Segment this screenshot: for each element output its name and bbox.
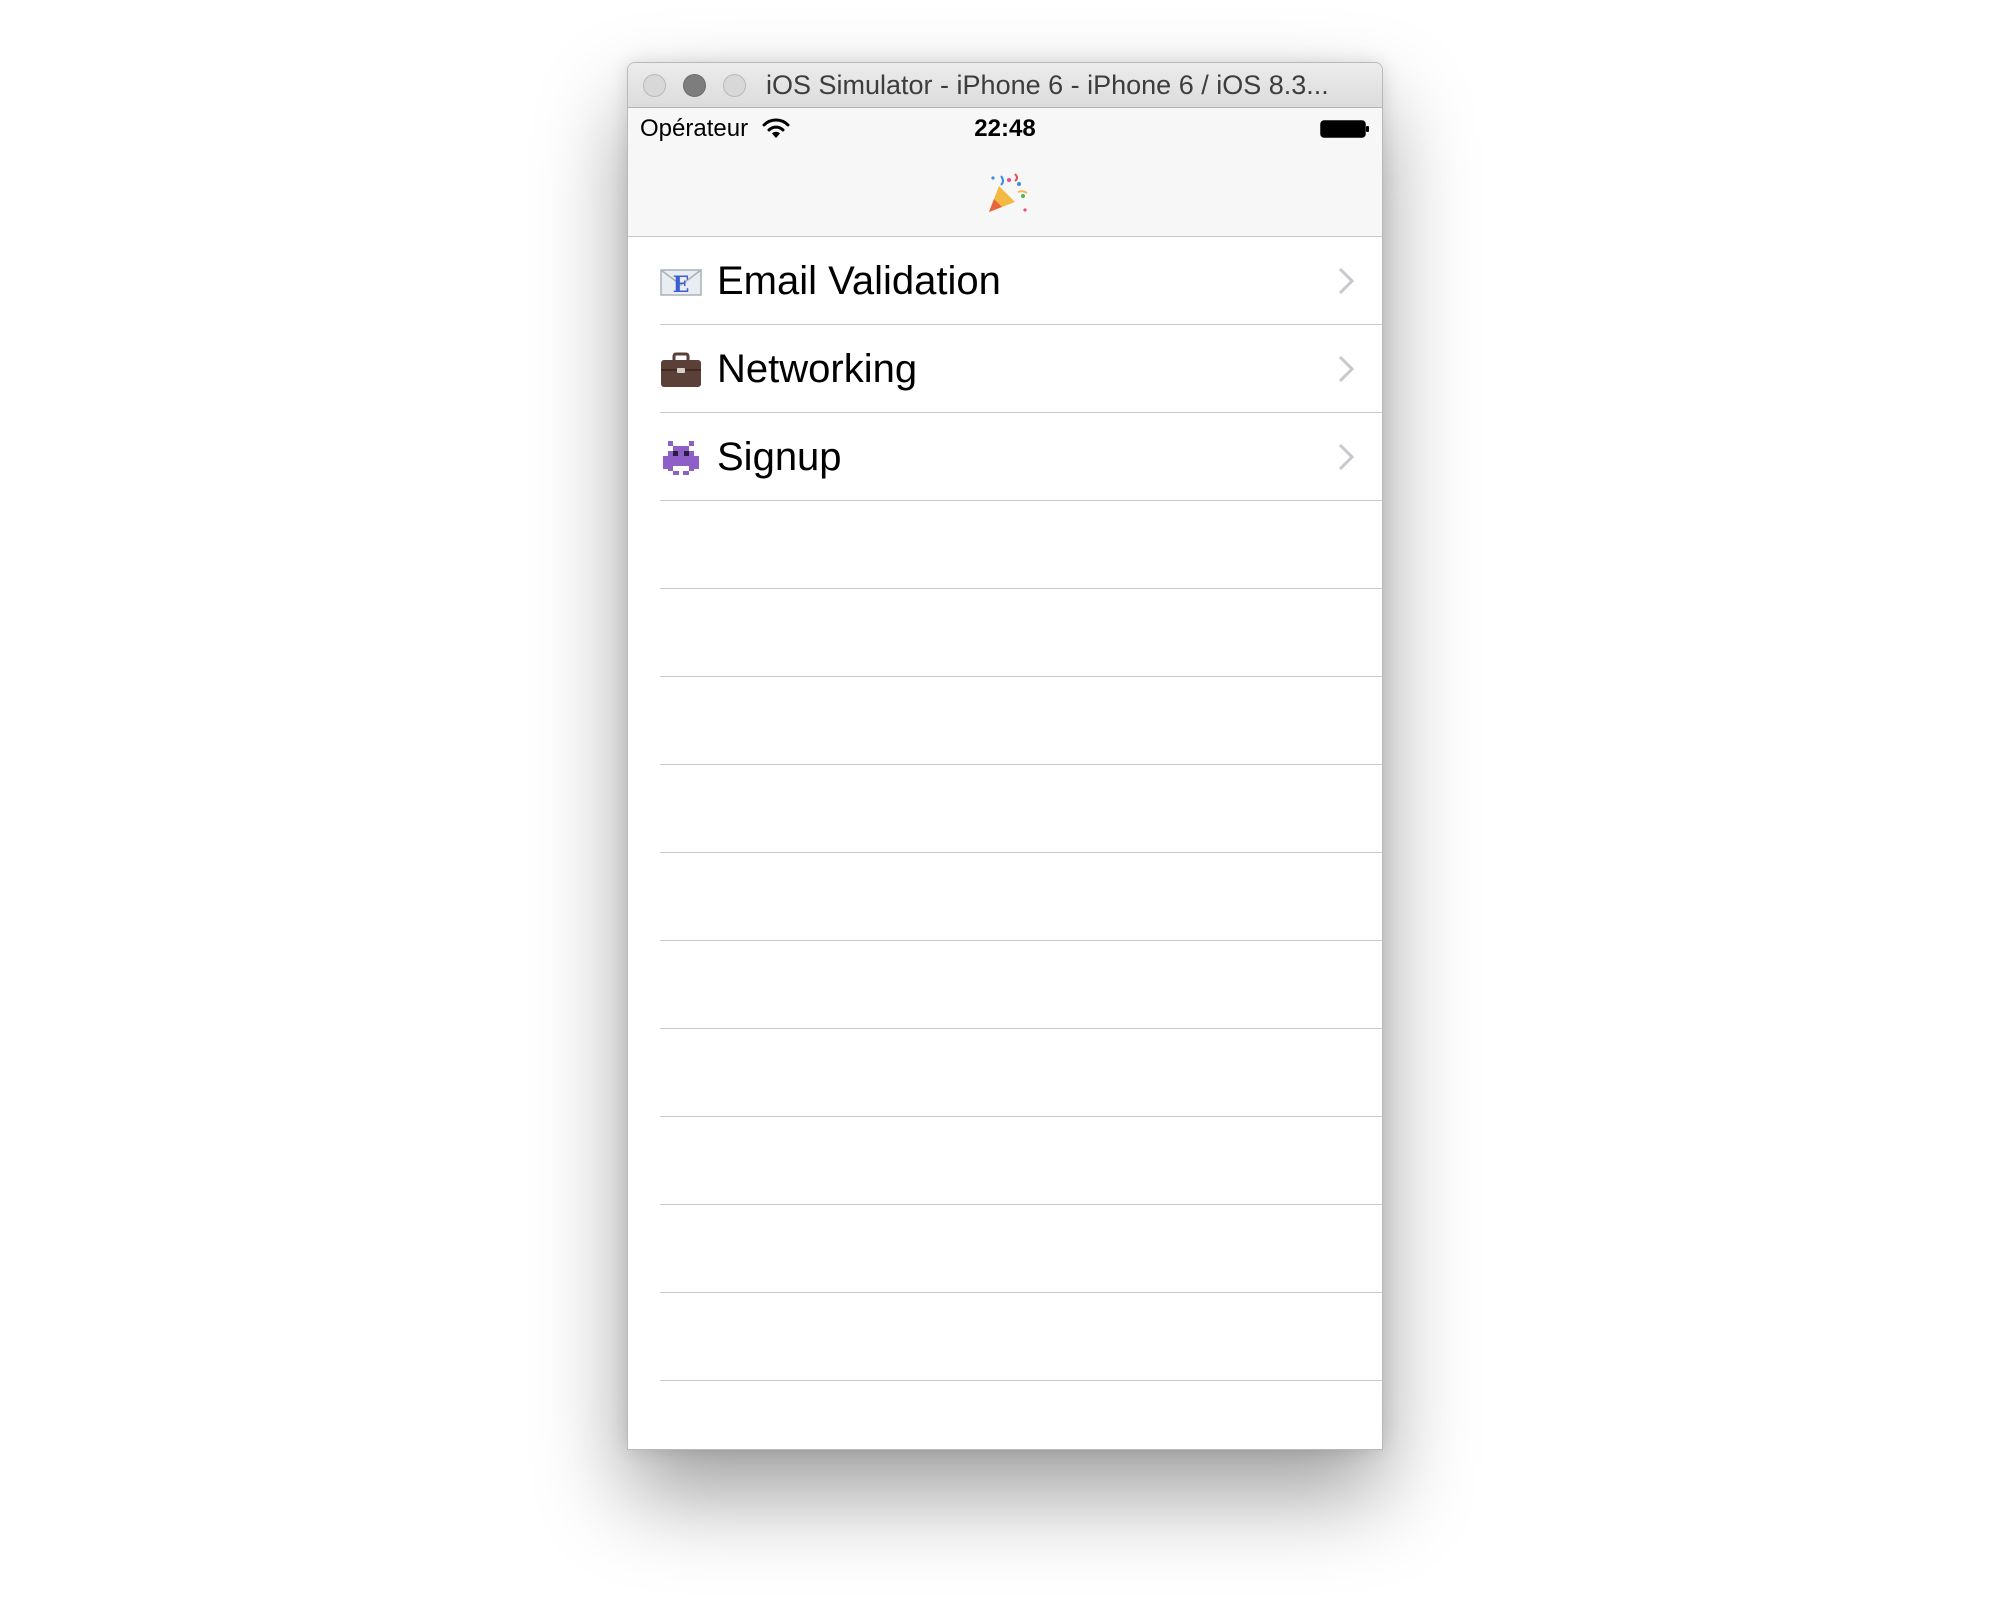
empty-table-row	[628, 501, 1382, 589]
empty-table-row	[628, 677, 1382, 765]
ios-status-bar: Opérateur 22:48	[628, 108, 1382, 148]
empty-table-row	[628, 853, 1382, 941]
chevron-right-icon	[1338, 267, 1354, 295]
table-view[interactable]: E Email Validation Networking Signup	[628, 237, 1382, 1381]
table-row-email-validation[interactable]: E Email Validation	[628, 237, 1382, 325]
e-mail-envelope-icon: E	[660, 269, 702, 298]
empty-table-row	[628, 1205, 1382, 1293]
minimize-window-button[interactable]	[683, 74, 706, 97]
zoom-window-button[interactable]	[723, 74, 746, 97]
battery-full-icon	[1320, 120, 1369, 138]
alien-monster-icon	[663, 441, 699, 475]
empty-table-row	[628, 1117, 1382, 1205]
table-row-signup[interactable]: Signup	[628, 413, 1382, 501]
row-label: Networking	[717, 347, 918, 391]
svg-text:E: E	[673, 272, 690, 298]
status-time: 22:48	[974, 115, 1036, 142]
empty-table-row	[628, 1029, 1382, 1117]
navigation-bar	[628, 148, 1382, 237]
table-row-networking[interactable]: Networking	[628, 325, 1382, 413]
party-popper-icon	[989, 173, 1028, 212]
row-label: Signup	[717, 435, 842, 479]
simulator-window: iOS Simulator - iPhone 6 - iPhone 6 / iO…	[627, 62, 1383, 1450]
chevron-right-icon	[1338, 355, 1354, 383]
chevron-right-icon	[1338, 443, 1354, 471]
close-window-button[interactable]	[643, 74, 666, 97]
window-titlebar[interactable]: iOS Simulator - iPhone 6 - iPhone 6 / iO…	[628, 63, 1382, 108]
empty-table-row	[628, 1293, 1382, 1381]
empty-table-row	[628, 941, 1382, 1029]
empty-table-row	[628, 589, 1382, 677]
row-label: Email Validation	[717, 259, 1001, 303]
briefcase-icon	[661, 352, 701, 387]
empty-table-row	[628, 765, 1382, 853]
window-title: iOS Simulator - iPhone 6 - iPhone 6 / iO…	[766, 70, 1329, 100]
